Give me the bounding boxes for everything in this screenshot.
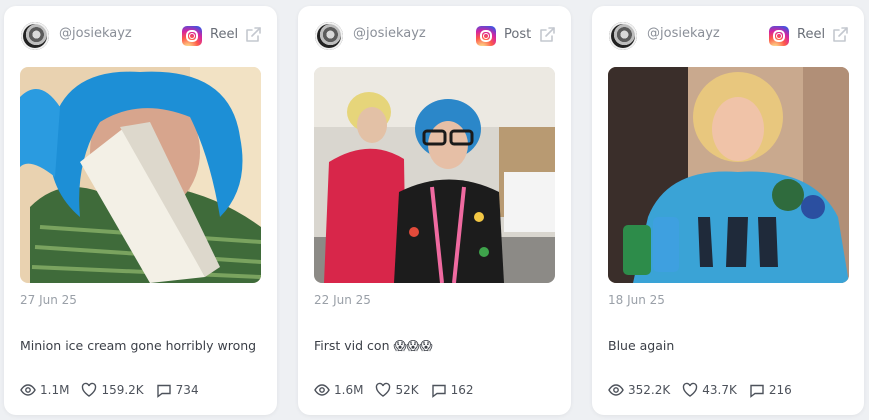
comment-icon [431,384,446,398]
external-link-icon[interactable] [831,26,849,44]
post-type-label: Post [504,27,532,42]
external-link-icon[interactable] [244,26,262,44]
post-stats: 1.6M 52K 162 [314,381,485,399]
post-thumbnail[interactable] [608,67,849,283]
comments-count: 162 [450,383,474,397]
post-thumbnail[interactable] [314,67,555,283]
username[interactable]: @josiekayz [647,26,720,41]
post-date: 18 Jun 25 [608,293,665,307]
likes-stat: 159.2K [81,382,144,398]
post-caption: Minion ice cream gone horribly wrong [20,338,257,353]
avatar[interactable] [609,22,637,50]
comments-stat: 734 [156,382,199,398]
instagram-icon [769,26,789,46]
avatar[interactable] [21,22,49,50]
post-thumbnail[interactable] [20,67,261,283]
eye-icon [314,384,330,396]
post-stats: 1.1M 159.2K 734 [20,381,211,399]
likes-stat: 52K [375,382,419,398]
likes-stat: 43.7K [682,382,737,398]
external-link-icon[interactable] [538,26,556,44]
instagram-icon [476,26,496,46]
views-stat: 1.1M [20,382,69,398]
post-date: 22 Jun 25 [314,293,371,307]
comments-count: 216 [768,383,792,397]
views-stat: 1.6M [314,382,363,398]
likes-count: 159.2K [101,383,144,397]
username[interactable]: @josiekayz [353,26,426,41]
comment-icon [156,384,171,398]
post-date: 27 Jun 25 [20,293,77,307]
comments-stat: 216 [749,382,792,398]
post-caption: Blue again [608,338,675,353]
post-card[interactable]: @josiekayz Post 22 Jun 25 First vid con … [298,6,571,415]
likes-count: 43.7K [702,383,737,397]
post-type-label: Reel [210,27,239,42]
avatar[interactable] [315,22,343,50]
post-card[interactable]: @josiekayz Reel 18 Jun 25 Blue again 352… [592,6,864,415]
post-card[interactable]: @josiekayz Reel 27 Jun 25 Minion ice cre… [4,6,277,415]
heart-icon [376,382,391,397]
eye-icon [20,384,36,396]
views-stat: 352.2K [608,382,670,398]
views-count: 1.6M [334,383,364,397]
views-count: 1.1M [40,383,70,397]
post-caption: First vid con 😱😱😱 [314,338,433,353]
comments-stat: 162 [431,382,474,398]
username[interactable]: @josiekayz [59,26,132,41]
comment-icon [750,384,764,398]
heart-icon [683,382,698,397]
post-stats: 352.2K 43.7K 216 [608,381,804,399]
views-count: 352.2K [628,383,671,397]
instagram-icon [182,26,202,46]
heart-icon [82,382,97,397]
comments-count: 734 [175,383,199,397]
eye-icon [608,384,624,396]
post-type-label: Reel [797,27,826,42]
likes-count: 52K [395,383,419,397]
